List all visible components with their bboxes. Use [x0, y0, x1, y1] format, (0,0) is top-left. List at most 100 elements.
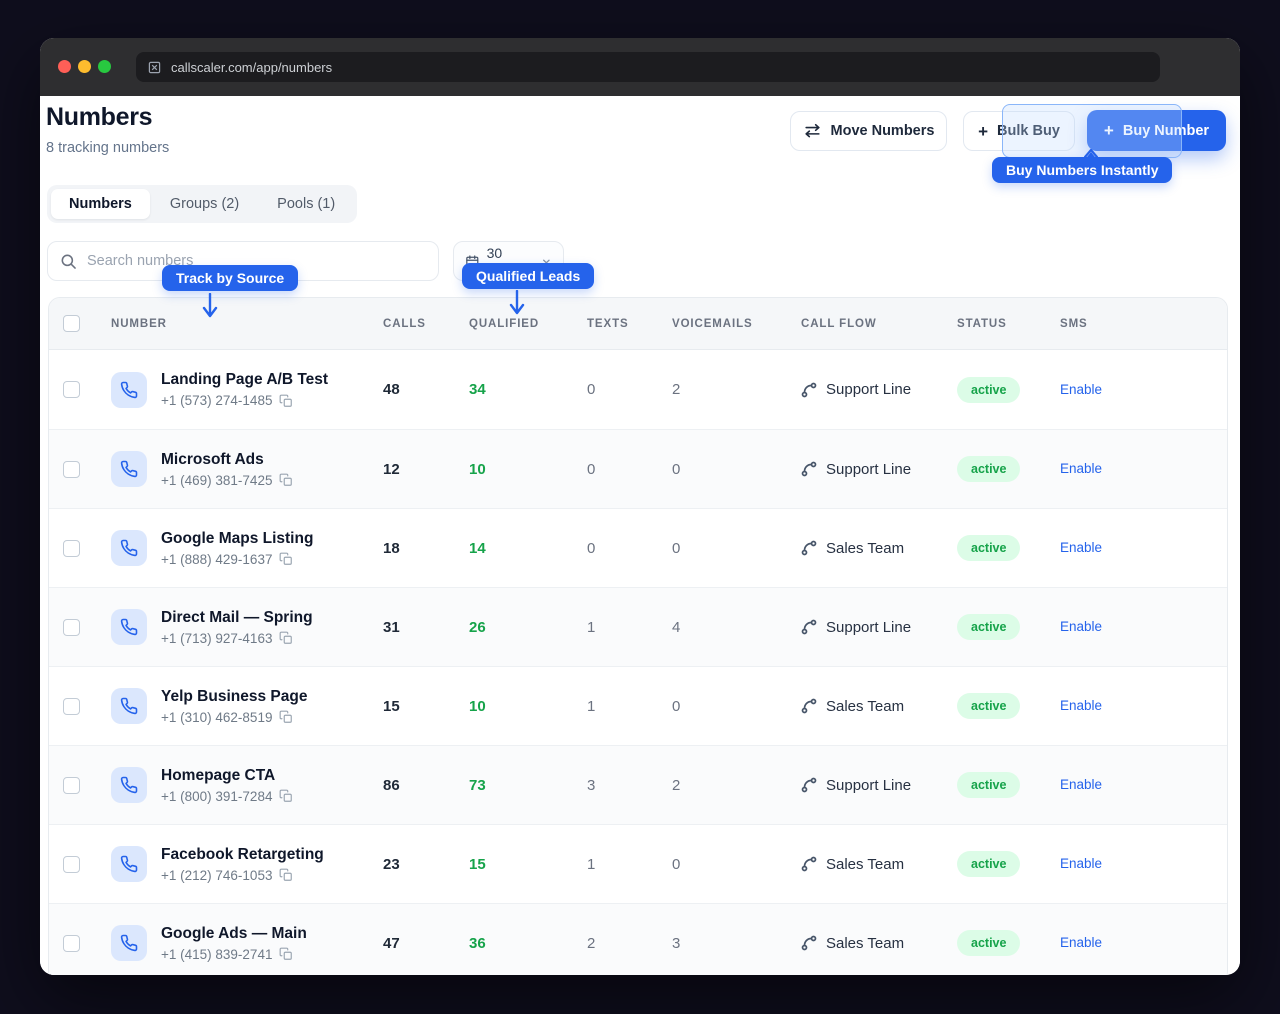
buy-number-button[interactable]: + Buy Number: [1087, 110, 1226, 151]
phone-text: +1 (415) 839-2741: [161, 947, 272, 962]
copy-icon[interactable]: [279, 394, 293, 408]
sms-enable-link[interactable]: Enable: [1060, 619, 1102, 634]
call-flow-cell[interactable]: Support Line: [801, 381, 957, 398]
calls-value: 48: [383, 381, 469, 398]
call-flow-cell[interactable]: Sales Team: [801, 540, 957, 557]
copy-icon[interactable]: [279, 710, 293, 724]
phone-text: +1 (469) 381-7425: [161, 473, 272, 488]
copy-icon[interactable]: [279, 868, 293, 882]
row-checkbox[interactable]: [63, 381, 80, 398]
browser-window: callscaler.com/app/numbers Numbers 8 tra…: [40, 38, 1240, 975]
call-flow-cell[interactable]: Sales Team: [801, 698, 957, 715]
texts-value: 0: [587, 381, 672, 398]
status-cell: active: [957, 535, 1060, 561]
row-checkbox-cell: [49, 856, 111, 873]
table-row[interactable]: Direct Mail — Spring +1 (713) 927-4163 3…: [49, 587, 1227, 666]
plus-icon: +: [1104, 122, 1114, 139]
number-phone: +1 (573) 274-1485: [161, 393, 328, 408]
column-header: CALLS: [383, 318, 469, 330]
tab-groups[interactable]: Groups (2): [152, 189, 257, 219]
buy-numbers-tooltip: Buy Numbers Instantly: [992, 157, 1172, 183]
call-flow-cell[interactable]: Sales Team: [801, 856, 957, 873]
table-row[interactable]: Google Ads — Main +1 (415) 839-2741 47 3…: [49, 903, 1227, 975]
row-checkbox[interactable]: [63, 856, 80, 873]
row-checkbox[interactable]: [63, 461, 80, 478]
row-checkbox[interactable]: [63, 619, 80, 636]
copy-icon[interactable]: [279, 552, 293, 566]
row-checkbox[interactable]: [63, 777, 80, 794]
number-phone: +1 (212) 746-1053: [161, 868, 324, 883]
qualified-value: 73: [469, 777, 587, 794]
number-phone: +1 (800) 391-7284: [161, 789, 293, 804]
copy-icon[interactable]: [279, 789, 293, 803]
view-tabs: Numbers Groups (2) Pools (1): [47, 185, 357, 223]
sms-enable-link[interactable]: Enable: [1060, 777, 1102, 792]
status-badge: active: [957, 851, 1020, 877]
table-row[interactable]: Facebook Retargeting +1 (212) 746-1053 2…: [49, 824, 1227, 903]
call-flow-cell[interactable]: Support Line: [801, 619, 957, 636]
number-name: Google Ads — Main: [161, 925, 307, 943]
number-info: Yelp Business Page +1 (310) 462-8519: [161, 688, 307, 725]
sms-enable-link[interactable]: Enable: [1060, 540, 1102, 555]
table-row[interactable]: Google Maps Listing +1 (888) 429-1637 18…: [49, 508, 1227, 587]
row-checkbox-cell: [49, 619, 111, 636]
row-checkbox-cell: [49, 381, 111, 398]
table-row[interactable]: Yelp Business Page +1 (310) 462-8519 15 …: [49, 666, 1227, 745]
column-header: CALL FLOW: [801, 318, 957, 330]
sms-cell: Enable: [1060, 539, 1227, 557]
calls-value: 31: [383, 619, 469, 636]
select-all-checkbox[interactable]: [63, 315, 80, 332]
row-checkbox[interactable]: [63, 698, 80, 715]
sms-enable-link[interactable]: Enable: [1060, 935, 1102, 950]
row-checkbox-cell: [49, 540, 111, 557]
sms-cell: Enable: [1060, 855, 1227, 873]
table-row[interactable]: Landing Page A/B Test +1 (573) 274-1485 …: [49, 350, 1227, 429]
tab-pools[interactable]: Pools (1): [259, 189, 353, 219]
bulk-buy-label: Bulk Buy: [997, 123, 1060, 139]
sms-enable-link[interactable]: Enable: [1060, 698, 1102, 713]
number-name: Landing Page A/B Test: [161, 371, 328, 389]
number-phone: +1 (713) 927-4163: [161, 631, 313, 646]
table-row[interactable]: Homepage CTA +1 (800) 391-7284 86 73 3 2…: [49, 745, 1227, 824]
phone-icon: [120, 460, 138, 478]
arrow-down-icon: [202, 293, 218, 323]
copy-icon[interactable]: [279, 947, 293, 961]
tab-numbers[interactable]: Numbers: [51, 189, 150, 219]
call-flow-cell[interactable]: Support Line: [801, 777, 957, 794]
sms-cell: Enable: [1060, 776, 1227, 794]
phone-text: +1 (713) 927-4163: [161, 631, 272, 646]
qualified-value: 15: [469, 856, 587, 873]
number-name: Homepage CTA: [161, 767, 293, 785]
qualified-leads-tooltip: Qualified Leads: [462, 263, 594, 289]
table-row[interactable]: Microsoft Ads +1 (469) 381-7425 12 10 0 …: [49, 429, 1227, 508]
row-checkbox[interactable]: [63, 935, 80, 952]
close-window-button[interactable]: [58, 60, 71, 73]
move-numbers-button[interactable]: Move Numbers: [790, 111, 947, 151]
table-body: Landing Page A/B Test +1 (573) 274-1485 …: [49, 350, 1227, 975]
number-info: Direct Mail — Spring +1 (713) 927-4163: [161, 609, 313, 646]
call-flow-cell[interactable]: Sales Team: [801, 935, 957, 952]
phone-icon: [120, 934, 138, 952]
maximize-window-button[interactable]: [98, 60, 111, 73]
sms-enable-link[interactable]: Enable: [1060, 856, 1102, 871]
call-flow-cell[interactable]: Support Line: [801, 461, 957, 478]
url-text: callscaler.com/app/numbers: [171, 60, 332, 75]
call-flow-icon: [801, 935, 817, 951]
copy-icon[interactable]: [279, 473, 293, 487]
bulk-buy-button[interactable]: + Bulk Buy: [963, 111, 1075, 151]
page-subtitle: 8 tracking numbers: [46, 140, 169, 156]
plus-icon: +: [978, 123, 988, 140]
status-badge: active: [957, 377, 1020, 403]
phone-text: +1 (573) 274-1485: [161, 393, 272, 408]
row-checkbox[interactable]: [63, 540, 80, 557]
address-bar[interactable]: callscaler.com/app/numbers: [136, 52, 1160, 82]
copy-icon[interactable]: [279, 631, 293, 645]
number-info: Google Ads — Main +1 (415) 839-2741: [161, 925, 307, 962]
sms-enable-link[interactable]: Enable: [1060, 382, 1102, 397]
qualified-value: 10: [469, 698, 587, 715]
minimize-window-button[interactable]: [78, 60, 91, 73]
status-cell: active: [957, 930, 1060, 956]
calls-value: 18: [383, 540, 469, 557]
sms-enable-link[interactable]: Enable: [1060, 461, 1102, 476]
call-flow-icon: [801, 698, 817, 714]
